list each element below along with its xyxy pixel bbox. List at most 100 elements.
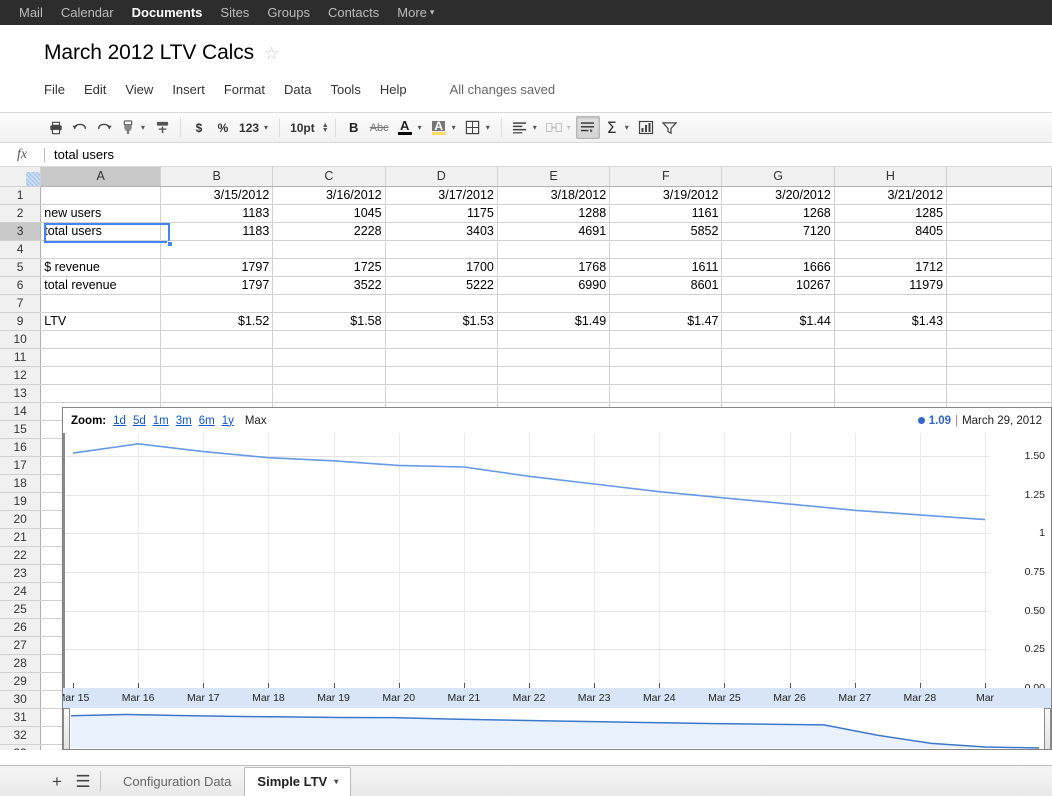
cell-F3[interactable]: 5852 xyxy=(609,222,723,241)
redo-icon[interactable] xyxy=(92,116,116,139)
cell-G7[interactable] xyxy=(721,294,835,313)
cell-A13[interactable] xyxy=(40,384,161,403)
row-header-2[interactable]: 2 xyxy=(0,204,42,223)
cell-D9[interactable]: $1.53 xyxy=(385,312,498,331)
chart-zoom-6m[interactable]: 6m xyxy=(199,415,215,427)
cell-C6[interactable]: 3522 xyxy=(272,276,386,295)
cell-F10[interactable] xyxy=(609,330,723,349)
cell-filler[interactable] xyxy=(946,330,1052,349)
cell-E6[interactable]: 6990 xyxy=(497,276,611,295)
cell-filler[interactable] xyxy=(946,366,1052,385)
merge-cells-icon[interactable] xyxy=(542,116,566,139)
nav-link-more[interactable]: More xyxy=(388,0,436,25)
cell-G10[interactable] xyxy=(721,330,835,349)
column-header-filler[interactable] xyxy=(946,167,1052,187)
cell-H2[interactable]: 1285 xyxy=(834,204,948,223)
cell-C10[interactable] xyxy=(272,330,386,349)
cell-D12[interactable] xyxy=(385,366,498,385)
table-row[interactable]: 9 LTV $1.52 $1.58 $1.53 $1.49 $1.47 $1.44 $1.43 xyxy=(0,312,1052,331)
cell-E1[interactable]: 3/18/2012 xyxy=(497,186,611,205)
cell-filler[interactable] xyxy=(946,384,1052,403)
column-header-g[interactable]: G xyxy=(721,167,835,187)
row-header-10[interactable]: 10 xyxy=(0,330,42,349)
row-header-13[interactable]: 13 xyxy=(0,384,42,403)
text-color-caret-icon[interactable]: ▾ xyxy=(417,123,427,132)
cell-G11[interactable] xyxy=(721,348,835,367)
cell-B13[interactable] xyxy=(160,384,274,403)
cell-H4[interactable] xyxy=(834,240,948,259)
row-header-22[interactable]: 22 xyxy=(0,546,42,565)
cell-C1[interactable]: 3/16/2012 xyxy=(272,186,386,205)
clear-format-icon[interactable] xyxy=(150,116,174,139)
column-header-h[interactable]: H xyxy=(834,167,948,187)
cell-G13[interactable] xyxy=(721,384,835,403)
cell-G3[interactable]: 7120 xyxy=(721,222,835,241)
table-row[interactable]: 5 $ revenue 1797 1725 1700 1768 1611 1666 1712 xyxy=(0,258,1052,277)
cell-A4[interactable] xyxy=(40,240,161,259)
cell-G4[interactable] xyxy=(721,240,835,259)
strikethrough-button[interactable]: Abc xyxy=(366,116,393,139)
cell-C5[interactable]: 1725 xyxy=(272,258,386,277)
menu-view[interactable]: View xyxy=(125,79,164,100)
borders-icon[interactable] xyxy=(461,116,485,139)
page-title[interactable]: March 2012 LTV Calcs xyxy=(44,41,254,65)
print-icon[interactable] xyxy=(44,116,68,139)
row-header-29[interactable]: 29 xyxy=(0,672,42,691)
cell-A7[interactable] xyxy=(40,294,161,313)
bold-button[interactable]: B xyxy=(342,116,366,139)
nav-link-contacts[interactable]: Contacts xyxy=(319,0,388,25)
cell-A1[interactable] xyxy=(40,186,161,205)
table-row[interactable]: 13 xyxy=(0,384,1052,403)
cell-A2[interactable]: new users xyxy=(40,204,161,223)
range-handle-left[interactable] xyxy=(63,708,70,749)
font-size-stepper[interactable]: ▲ ▼ xyxy=(322,122,329,134)
formula-bar[interactable]: fx total users xyxy=(0,143,1052,167)
row-header-7[interactable]: 7 xyxy=(0,294,42,313)
cell-F1[interactable]: 3/19/2012 xyxy=(609,186,723,205)
menu-help[interactable]: Help xyxy=(380,79,418,100)
chart-zoom-5d[interactable]: 5d xyxy=(133,415,146,427)
cell-D3[interactable]: 3403 xyxy=(385,222,498,241)
table-row[interactable]: 6 total revenue 1797 3522 5222 6990 8601 10267 1… xyxy=(0,276,1052,295)
cell-C2[interactable]: 1045 xyxy=(272,204,386,223)
row-header-14[interactable]: 14 xyxy=(0,402,42,421)
cell-filler[interactable] xyxy=(946,348,1052,367)
add-sheet-icon[interactable]: + xyxy=(44,773,70,790)
cell-filler[interactable] xyxy=(946,186,1052,205)
cell-C7[interactable] xyxy=(272,294,386,313)
cell-A5[interactable]: $ revenue xyxy=(40,258,161,277)
cell-H9[interactable]: $1.43 xyxy=(834,312,948,331)
formula-input-value[interactable]: total users xyxy=(45,147,114,162)
insert-chart-icon[interactable] xyxy=(634,116,658,139)
row-header-30[interactable]: 30 xyxy=(0,690,42,709)
cell-F7[interactable] xyxy=(609,294,723,313)
cell-B9[interactable]: $1.52 xyxy=(160,312,274,331)
cell-filler[interactable] xyxy=(946,312,1052,331)
cell-E12[interactable] xyxy=(497,366,611,385)
fill-color-icon[interactable]: A xyxy=(427,116,451,139)
cell-D13[interactable] xyxy=(385,384,498,403)
cell-E4[interactable] xyxy=(497,240,611,259)
row-header-1[interactable]: 1 xyxy=(0,186,42,205)
paint-format-icon[interactable] xyxy=(116,116,140,139)
number-format-caret-icon[interactable]: ▾ xyxy=(263,123,273,132)
column-header-e[interactable]: E xyxy=(497,167,611,187)
cell-B4[interactable] xyxy=(160,240,274,259)
menu-data[interactable]: Data xyxy=(284,79,322,100)
fill-color-caret-icon[interactable]: ▾ xyxy=(451,123,461,132)
sum-icon[interactable]: Σ xyxy=(600,116,624,139)
embedded-chart[interactable]: Zoom: 1d 5d 1m 3m 6m 1y Max 1.09 | March… xyxy=(62,407,1052,750)
sum-caret-icon[interactable]: ▾ xyxy=(624,123,634,132)
paint-format-caret-icon[interactable]: ▾ xyxy=(140,123,150,132)
chart-zoom-1d[interactable]: 1d xyxy=(113,415,126,427)
cell-H6[interactable]: 11979 xyxy=(834,276,948,295)
cell-D10[interactable] xyxy=(385,330,498,349)
cell-C3[interactable]: 2228 xyxy=(272,222,386,241)
cell-filler[interactable] xyxy=(946,204,1052,223)
cell-H5[interactable]: 1712 xyxy=(834,258,948,277)
row-header-4[interactable]: 4 xyxy=(0,240,42,259)
borders-caret-icon[interactable]: ▾ xyxy=(485,123,495,132)
cell-F4[interactable] xyxy=(609,240,723,259)
cell-F11[interactable] xyxy=(609,348,723,367)
row-header-3[interactable]: 3 xyxy=(0,222,42,241)
